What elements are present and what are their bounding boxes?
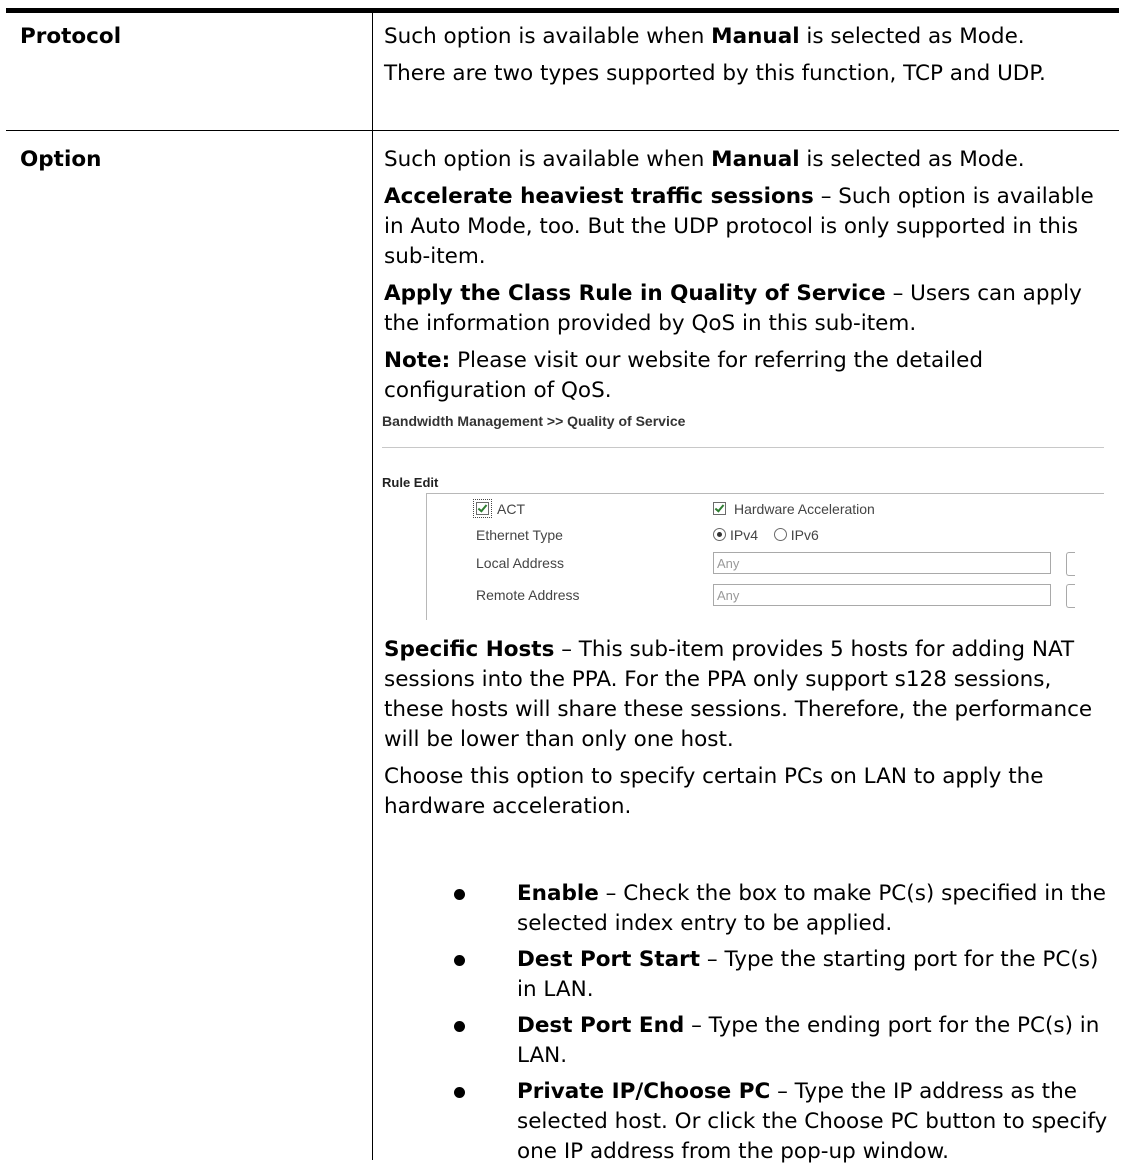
remote-address-input[interactable]: Any — [713, 584, 1051, 606]
breadcrumb: Bandwidth Management >> Quality of Servi… — [382, 413, 686, 429]
bullet-icon — [454, 1021, 465, 1032]
table-top-rule — [6, 8, 1119, 13]
desc-choose-option: Choose this option to specify certain PC… — [384, 764, 1044, 819]
local-address-input[interactable]: Any — [713, 552, 1051, 574]
act-row: ACT Hardware Acceleration — [427, 498, 1104, 522]
rule-edit-heading: Rule Edit — [382, 475, 439, 490]
option-bullet-list: Enable – Check the box to make PC(s) spe… — [384, 879, 1112, 1173]
ethernet-type-options: IPv4 IPv6 — [713, 527, 819, 543]
desc-item-class-rule: Apply the Class Rule in Quality of Servi… — [384, 281, 1082, 336]
local-address-row: Local Address Any — [427, 552, 1104, 576]
list-item: Enable – Check the box to make PC(s) spe… — [384, 879, 1112, 939]
local-address-label: Local Address — [476, 555, 564, 571]
local-address-edit-button[interactable] — [1066, 552, 1075, 576]
row-divider — [6, 130, 1119, 131]
remote-address-row: Remote Address Any — [427, 584, 1104, 608]
column-divider — [372, 13, 373, 1160]
desc-paragraph: Such option is available when Manual is … — [384, 147, 1025, 172]
param-option: Option — [20, 147, 102, 172]
desc-item-accelerate: Accelerate heaviest traffic sessions – S… — [384, 184, 1094, 269]
hw-accel-field: Hardware Acceleration — [713, 501, 875, 517]
ethernet-type-row: Ethernet Type IPv4 IPv6 — [427, 524, 1104, 548]
bullet-icon — [454, 955, 465, 966]
hw-accel-label: Hardware Acceleration — [734, 501, 875, 517]
remote-address-label: Remote Address — [476, 587, 580, 603]
act-label: ACT — [497, 501, 525, 517]
ipv4-radio[interactable] — [713, 528, 726, 541]
hw-accel-checkbox[interactable] — [713, 502, 726, 515]
ipv4-label: IPv4 — [730, 527, 759, 543]
desc-option-continued: Specific Hosts – This sub-item provides … — [384, 635, 1112, 829]
qos-screenshot: Bandwidth Management >> Quality of Servi… — [382, 413, 1104, 620]
remote-address-edit-button[interactable] — [1066, 584, 1075, 608]
bullet-icon — [454, 1087, 465, 1098]
list-item: Dest Port Start – Type the starting port… — [384, 945, 1112, 1005]
rule-edit-panel: ACT Hardware Acceleration Ethernet Type … — [426, 493, 1104, 620]
desc-paragraph: Such option is available when Manual is … — [384, 24, 1025, 49]
desc-paragraph: There are two types supported by this fu… — [384, 61, 1046, 86]
ipv6-label: IPv6 — [790, 527, 819, 543]
ethernet-type-label: Ethernet Type — [476, 527, 563, 543]
desc-protocol: Such option is available when Manual is … — [384, 22, 1112, 96]
list-item: Private IP/Choose PC – Type the IP addre… — [384, 1077, 1112, 1167]
desc-option: Such option is available when Manual is … — [384, 145, 1112, 413]
parameter-table: Protocol Such option is available when M… — [6, 8, 1119, 1164]
desc-item-specific-hosts: Specific Hosts – This sub-item provides … — [384, 637, 1093, 752]
desc-item-note: Note: Please visit our website for refer… — [384, 348, 983, 403]
breadcrumb-rule — [382, 447, 1104, 448]
ipv6-radio[interactable] — [773, 528, 787, 541]
bullet-icon — [454, 889, 465, 900]
list-item: Dest Port End – Type the ending port for… — [384, 1011, 1112, 1071]
param-protocol: Protocol — [20, 24, 122, 49]
act-field: ACT — [473, 499, 525, 518]
act-checkbox[interactable] — [473, 499, 492, 518]
